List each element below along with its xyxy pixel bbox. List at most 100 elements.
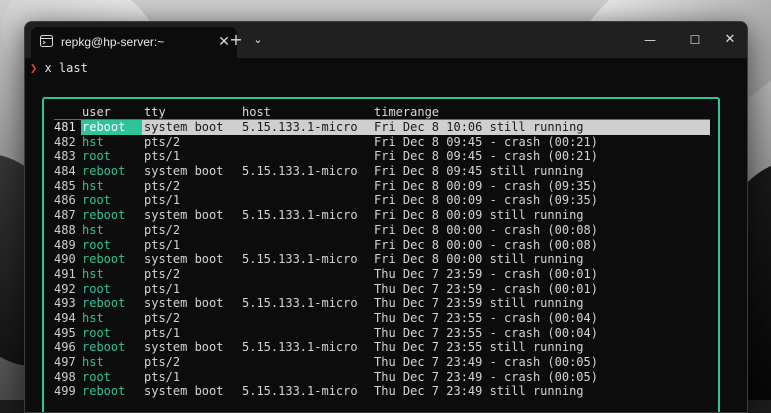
table-row[interactable]: 497 hst pts/2 Thu Dec 7 23:49 - crash (00:0… [44, 355, 718, 370]
cell-tty: pts/1 [144, 149, 181, 164]
cell-timerange: Thu Dec 7 23:55 - crash (00:04) [374, 310, 598, 325]
cell-user: reboot [82, 296, 126, 311]
row-number: 483 [54, 149, 76, 164]
cell-tty: system boot [144, 120, 224, 134]
cell-tty: system boot [144, 340, 224, 355]
row-number: 482 [54, 134, 76, 149]
cell-timerange: Thu Dec 7 23:59 still running [374, 296, 584, 311]
row-number: 491 [54, 266, 76, 281]
cell-user: reboot [82, 384, 126, 399]
chevron-down-icon[interactable]: ⌄ [247, 28, 269, 52]
row-number: 487 [54, 208, 76, 223]
cell-user: reboot [82, 340, 126, 355]
cell-timerange: Fri Dec 8 00:00 - crash (00:08) [374, 237, 598, 252]
table-row[interactable]: 495 root pts/1 Thu Dec 7 23:55 - crash (00:… [44, 326, 718, 341]
table-row[interactable]: 499 reboot system boot 5.15.133.1-micro Thu … [44, 384, 718, 399]
cell-tty: pts/2 [144, 134, 181, 149]
row-number: 497 [54, 355, 76, 369]
table-row[interactable]: 496 reboot system boot 5.15.133.1-micro Thu … [44, 340, 718, 355]
cell-tty: pts/1 [144, 369, 181, 384]
cell-timerange: Fri Dec 8 09:45 - crash (00:21) [374, 149, 598, 164]
table-row[interactable]: 492 root pts/1 Thu Dec 7 23:59 - crash (00:… [44, 282, 718, 297]
table-row[interactable]: 489 root pts/1 Fri Dec 8 00:00 - crash (00:… [44, 238, 718, 253]
column-header-user: user [82, 105, 111, 119]
table-row[interactable]: 481 reboot system boot 5.15.133.1-micro Fri … [44, 120, 718, 135]
cell-user: reboot [82, 164, 126, 179]
terminal-output[interactable]: ❯ x last user tty host timerange 481 rebo… [25, 58, 747, 412]
cell-tty: system boot [144, 208, 224, 223]
prompt-line: ❯ x last [30, 61, 88, 75]
cell-tty: pts/1 [144, 193, 181, 208]
row-number: 489 [54, 237, 76, 252]
table-row[interactable]: 490 reboot system boot 5.15.133.1-micro Fri … [44, 252, 718, 267]
cell-timerange: Thu Dec 7 23:49 - crash (00:05) [374, 355, 598, 369]
cell-tty: pts/2 [144, 222, 181, 237]
cell-tty: pts/1 [144, 237, 181, 252]
cell-user: root [82, 149, 111, 164]
title-bar[interactable]: repkg@hp-server:~ ✕ + ⌄ — ☐ ✕ [25, 22, 747, 58]
table-row[interactable]: 482 hst pts/2 Fri Dec 8 09:45 - crash (00:2… [44, 135, 718, 150]
row-number: 493 [54, 296, 76, 311]
cell-timerange: Fri Dec 8 10:06 still running [374, 120, 584, 134]
cell-user: reboot [82, 252, 126, 267]
tab-title: repkg@hp-server:~ [61, 35, 165, 49]
table-row[interactable]: 486 root pts/1 Fri Dec 8 00:09 - crash (09:… [44, 193, 718, 208]
table-row[interactable]: 488 hst pts/2 Fri Dec 8 00:00 - crash (00:0… [44, 223, 718, 238]
cell-tty: system boot [144, 164, 224, 179]
cell-timerange: Fri Dec 8 09:45 still running [374, 164, 584, 179]
cell-user: root [82, 237, 111, 252]
cell-timerange: Thu Dec 7 23:55 - crash (00:04) [374, 325, 598, 340]
maximize-button[interactable]: ☐ [680, 28, 710, 52]
last-table[interactable]: user tty host timerange 481 reboot system … [42, 97, 720, 412]
table-row[interactable]: 483 root pts/1 Fri Dec 8 09:45 - crash (00:… [44, 149, 718, 164]
table-row[interactable]: 487 reboot system boot 5.15.133.1-micro Fri … [44, 208, 718, 223]
cell-user: hst [82, 355, 104, 369]
cell-user: hst [82, 134, 104, 149]
terminal-icon [40, 35, 53, 47]
cell-user: root [82, 325, 111, 340]
row-number: 499 [54, 384, 76, 399]
table-rows: 481 reboot system boot 5.15.133.1-micro Fri … [44, 120, 718, 399]
row-number: 488 [54, 222, 76, 237]
column-header-timerange: timerange [374, 105, 440, 119]
cell-tty: pts/2 [144, 355, 181, 369]
new-tab-button[interactable]: + [225, 28, 247, 52]
cell-user: reboot [82, 208, 126, 223]
table-row[interactable]: 484 reboot system boot 5.15.133.1-micro Fri … [44, 164, 718, 179]
cell-timerange: Fri Dec 8 00:09 - crash (09:35) [374, 178, 598, 193]
row-number: 492 [54, 281, 76, 296]
table-row[interactable]: 485 hst pts/2 Fri Dec 8 00:09 - crash (09:3… [44, 179, 718, 194]
cell-tty: system boot [144, 384, 224, 399]
cell-timerange: Thu Dec 7 23:49 - crash (00:05) [374, 369, 598, 384]
table-row[interactable]: 494 hst pts/2 Thu Dec 7 23:55 - crash (00:0… [44, 311, 718, 326]
close-window-button[interactable]: ✕ [717, 28, 743, 52]
cell-tty: pts/2 [144, 178, 181, 193]
cell-user: root [82, 193, 111, 208]
row-number: 485 [54, 178, 76, 193]
cell-tty: pts/1 [144, 325, 181, 340]
cell-user: hst [82, 222, 104, 237]
cell-user: hst [82, 178, 104, 193]
column-header-host: host [242, 105, 271, 119]
cell-tty: system boot [144, 296, 224, 311]
row-number: 481 [54, 120, 76, 134]
cell-timerange: Fri Dec 8 00:09 - crash (09:35) [374, 193, 598, 208]
minimize-button[interactable]: — [635, 28, 665, 52]
cell-user: hst [82, 310, 104, 325]
row-number: 490 [54, 252, 76, 267]
cell-timerange: Fri Dec 8 00:00 - crash (00:08) [374, 222, 598, 237]
table-row[interactable]: 491 hst pts/2 Thu Dec 7 23:59 - crash (00:0… [44, 267, 718, 282]
cell-timerange: Fri Dec 8 00:00 still running [374, 252, 584, 267]
table-row[interactable]: 498 root pts/1 Thu Dec 7 23:49 - crash (00:… [44, 370, 718, 385]
cell-timerange: Fri Dec 8 00:09 still running [374, 208, 584, 223]
terminal-window: repkg@hp-server:~ ✕ + ⌄ — ☐ ✕ ❯ x last u… [24, 21, 748, 413]
cell-tty: pts/2 [144, 266, 181, 281]
cell-host: 5.15.133.1-micro [242, 164, 358, 179]
cell-host: 5.15.133.1-micro [242, 296, 358, 311]
cell-timerange: Thu Dec 7 23:59 - crash (00:01) [374, 281, 598, 296]
row-number: 495 [54, 325, 76, 340]
table-row[interactable]: 493 reboot system boot 5.15.133.1-micro Thu … [44, 296, 718, 311]
terminal-tab[interactable]: repkg@hp-server:~ ✕ [31, 27, 237, 58]
cell-tty: system boot [144, 252, 224, 267]
cell-host: 5.15.133.1-micro [242, 120, 358, 134]
